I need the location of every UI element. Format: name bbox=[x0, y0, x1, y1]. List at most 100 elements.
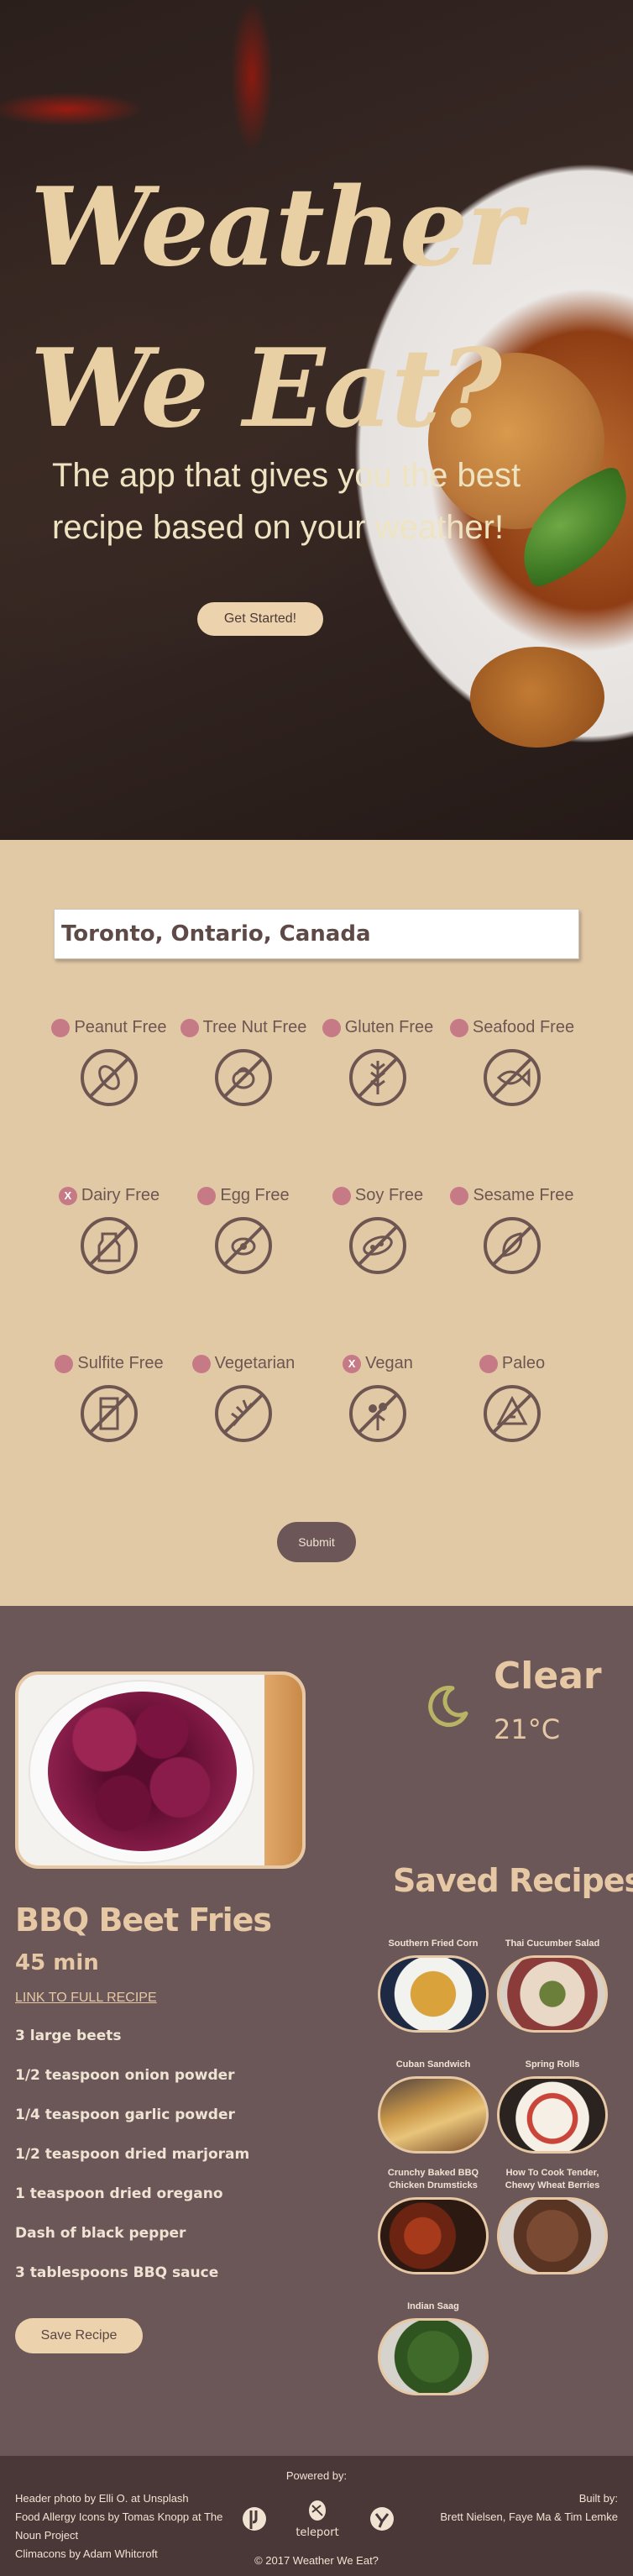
saved-recipe-name: How To Cook Tender, Chewy Wheat Berries bbox=[505, 2168, 600, 2190]
allergy-checkbox[interactable] bbox=[479, 1354, 498, 1373]
saved-recipe-thumbnail[interactable] bbox=[497, 2197, 608, 2274]
allergy-option[interactable]: Sesame Free bbox=[445, 1186, 579, 1295]
allergy-label: Tree Nut Free bbox=[202, 1018, 307, 1036]
saved-recipe-name: Southern Fried Corn bbox=[388, 1939, 479, 1949]
vegan-icon bbox=[349, 1385, 406, 1442]
saved-recipe-thumbnail[interactable] bbox=[378, 2318, 489, 2395]
ingredient-item: Dash of black pepper bbox=[15, 2225, 186, 2242]
ingredient-item: 3 large beets bbox=[15, 2028, 122, 2044]
allergy-option[interactable]: Egg Free bbox=[176, 1186, 311, 1295]
save-recipe-button[interactable]: Save Recipe bbox=[15, 2318, 143, 2353]
allergy-option[interactable]: Sulfite Free bbox=[42, 1354, 176, 1463]
allergy-option[interactable]: Tree Nut Free bbox=[176, 1018, 311, 1127]
dairy-free-icon bbox=[81, 1217, 138, 1274]
allergy-label-row: Tree Nut Free bbox=[176, 1018, 311, 1037]
allergy-label: Egg Free bbox=[220, 1186, 290, 1204]
saved-recipe-card[interactable]: Cuban Sandwich bbox=[374, 2046, 492, 2154]
allergy-label: Dairy Free bbox=[81, 1186, 160, 1204]
allergy-label-row: Paleo bbox=[445, 1354, 579, 1373]
built-by-label: Built by: bbox=[578, 2492, 618, 2505]
allergy-checkbox[interactable] bbox=[51, 1018, 71, 1037]
allergy-checkbox[interactable] bbox=[449, 1018, 468, 1037]
location-input[interactable] bbox=[54, 909, 579, 959]
recipe-photo-table bbox=[264, 1675, 302, 1865]
saved-recipe-thumbnail[interactable] bbox=[378, 2076, 489, 2154]
allergy-label: Sulfite Free bbox=[77, 1354, 164, 1372]
allergy-checkbox[interactable] bbox=[197, 1186, 217, 1205]
allergy-checkbox[interactable] bbox=[332, 1186, 351, 1205]
ingredient-item: 1/2 teaspoon dried marjoram bbox=[15, 2146, 250, 2163]
allergy-label: Gluten Free bbox=[344, 1018, 434, 1036]
vegetarian-icon bbox=[215, 1385, 272, 1442]
allergy-option[interactable]: X Vegan bbox=[311, 1354, 445, 1463]
saved-recipe-card[interactable]: Crunchy Baked BBQ Chicken Drumsticks bbox=[374, 2167, 492, 2274]
saved-recipe-name: Thai Cucumber Salad bbox=[505, 1939, 600, 1949]
allergy-option[interactable]: Paleo bbox=[445, 1354, 579, 1463]
full-recipe-link[interactable]: LINK TO FULL RECIPE bbox=[15, 1991, 157, 2006]
paleo-icon bbox=[484, 1385, 541, 1442]
allergy-checkbox[interactable] bbox=[191, 1354, 211, 1373]
recipe-photo-beets bbox=[48, 1692, 237, 1851]
allergy-label: Sesame Free bbox=[473, 1186, 574, 1204]
sesame-free-icon bbox=[484, 1217, 541, 1274]
allergy-checkbox-checked[interactable]: X bbox=[343, 1354, 362, 1373]
allergy-checkbox[interactable] bbox=[55, 1354, 74, 1373]
built-by: Built by: Brett Nielsen, Faye Ma & Tim L… bbox=[440, 2489, 618, 2526]
saved-recipe-card[interactable]: Spring Rolls bbox=[494, 2046, 611, 2154]
allergy-label: Soy Free bbox=[354, 1186, 424, 1204]
allergy-checkbox-checked[interactable]: X bbox=[58, 1186, 77, 1205]
saved-recipe-thumbnail[interactable] bbox=[497, 1955, 608, 2033]
allergy-option[interactable]: Gluten Free bbox=[311, 1018, 445, 1127]
saved-recipe-name: Spring Rolls bbox=[525, 2059, 580, 2070]
allergy-option[interactable]: Seafood Free bbox=[445, 1018, 579, 1127]
food-api-icon bbox=[243, 2507, 266, 2531]
hero-section: Weather We Eat? The app that gives you t… bbox=[0, 0, 633, 840]
allergy-checkbox[interactable] bbox=[322, 1018, 341, 1037]
saved-recipe-card[interactable]: Southern Fried Corn bbox=[374, 1925, 492, 2033]
allergy-label-row: Vegetarian bbox=[176, 1354, 311, 1373]
allergy-label-row: Soy Free bbox=[311, 1186, 445, 1205]
footer-credits: Header photo by Elli O. at Unsplash Food… bbox=[15, 2489, 222, 2563]
allergy-label-row: Gluten Free bbox=[311, 1018, 445, 1037]
allergy-option[interactable]: Peanut Free bbox=[42, 1018, 176, 1127]
allergy-checkbox[interactable] bbox=[180, 1018, 199, 1037]
ingredient-item: 1/2 teaspoon onion powder bbox=[15, 2067, 235, 2084]
saved-recipe-name: Crunchy Baked BBQ Chicken Drumsticks bbox=[387, 2168, 479, 2190]
saved-recipe-thumbnail[interactable] bbox=[378, 2197, 489, 2274]
weather-condition: Clear bbox=[494, 1655, 602, 1697]
saved-recipe-card[interactable]: Indian Saag bbox=[374, 2288, 492, 2395]
allergy-label: Vegetarian bbox=[214, 1354, 296, 1372]
saved-recipe-thumbnail[interactable] bbox=[378, 1955, 489, 2033]
allergy-option[interactable]: Soy Free bbox=[311, 1186, 445, 1295]
allergy-option[interactable]: Vegetarian bbox=[176, 1354, 311, 1463]
allergy-label: Vegan bbox=[365, 1354, 413, 1372]
submit-button[interactable]: Submit bbox=[277, 1522, 356, 1562]
get-started-button[interactable]: Get Started! bbox=[197, 602, 323, 636]
hero-food-chunk bbox=[470, 647, 604, 748]
allergy-label-row: Peanut Free bbox=[42, 1018, 176, 1037]
credit-line: Header photo by Elli O. at Unsplash bbox=[15, 2492, 189, 2505]
allergy-option[interactable]: X Dairy Free bbox=[42, 1186, 176, 1295]
allergy-label: Paleo bbox=[501, 1354, 546, 1372]
teleport-label: teleport bbox=[296, 2526, 338, 2539]
seafood-free-icon bbox=[484, 1049, 541, 1106]
recipe-photo bbox=[15, 1671, 306, 1869]
allergy-label-row: X Vegan bbox=[311, 1354, 445, 1373]
credit-line: Food Allergy Icons by Tomas Knopp at The bbox=[15, 2510, 223, 2523]
weather-temperature: 21°C bbox=[494, 1713, 561, 1745]
recipe-result-section: Clear 21°C BBQ Beet Fries 45 min LINK TO… bbox=[0, 1606, 633, 2456]
saved-recipe-name: Indian Saag bbox=[407, 2301, 459, 2311]
allergy-checkbox[interactable] bbox=[450, 1186, 469, 1205]
gluten-free-icon bbox=[349, 1049, 406, 1106]
teleport-logo-icon bbox=[309, 2500, 326, 2521]
preferences-form: Peanut Free Tree Nut Free Gluten Free Seafo… bbox=[0, 840, 633, 1606]
ingredient-item: 1/4 teaspoon garlic powder bbox=[15, 2106, 235, 2123]
saved-recipe-thumbnail[interactable] bbox=[497, 2076, 608, 2154]
app-title-line1: Weather bbox=[30, 165, 523, 291]
allergy-label-row: X Dairy Free bbox=[42, 1186, 176, 1205]
saved-recipe-name: Cuban Sandwich bbox=[395, 2059, 471, 2070]
peanut-free-icon bbox=[81, 1049, 138, 1106]
saved-recipe-card[interactable]: How To Cook Tender, Chewy Wheat Berries bbox=[494, 2167, 611, 2274]
yummly-logo-icon bbox=[370, 2507, 394, 2531]
saved-recipe-card[interactable]: Thai Cucumber Salad bbox=[494, 1925, 611, 2033]
